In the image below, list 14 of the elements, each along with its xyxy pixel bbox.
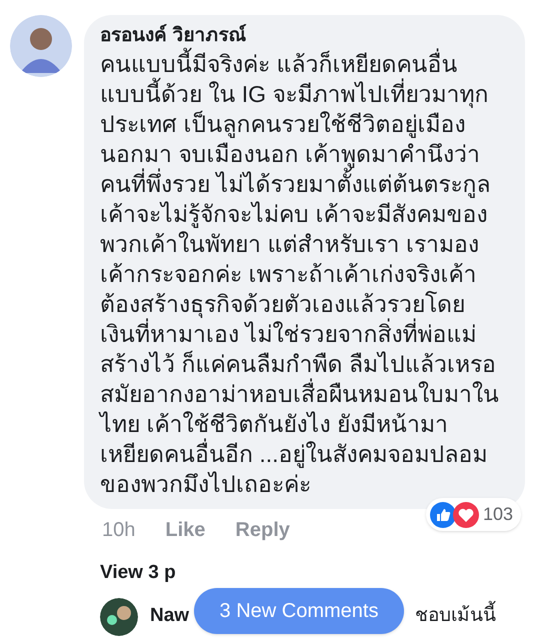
- reaction-count: 103: [482, 503, 514, 526]
- reply-author[interactable]: Naw: [150, 602, 190, 631]
- new-comments-toast[interactable]: 3 New Comments: [194, 588, 404, 634]
- view-replies-link[interactable]: View 3 p: [0, 559, 540, 588]
- reply-text: ชอบเม้นนี้: [415, 602, 496, 631]
- author-name[interactable]: อรอนงค์ วิยาภรณ์: [100, 23, 517, 49]
- like-icon: [430, 502, 456, 528]
- avatar: [100, 598, 138, 636]
- avatar: [10, 15, 72, 77]
- comment-action-link[interactable]: Like: [165, 515, 206, 545]
- comment-text: คนแบบนี้มีจริงค่ะ แล้วก็เหยียดคนอื่น แบบนี้ด้วย ใน IG จะมีภาพไปเที่ยวมาทุก ประเทศ เป็นลูกคนรวยใช้ชีวิตอยู่เมือง นอกมา จบเมืองนอก เค้าพูดมาคำนึงว่า คนที่พึ่งรวย ไม่ได้รวยมาตั้งแต่ต้นตระกูล เค้าจะไม่รู้จักจะไม่คบ เค้าจะมีสังคมของ พวกเค้าในพัทยา แต่สำหรับเรา เรามอง เค้ากระจอกค่ะ เพราะถ้าเค้าเก่งจริงเค้า ต้องสร้างธุรกิจด้วยตัวเองแล้วรวยโดย เงินที่หามาเอง ไม่ใช่รวยจากสิ่งที่พ่อแม่ สร้างไว้ ก็แค่คนลืมกำพืด ลืมไปแล้วเหรอ สมัยอากงอาม่าหอบเสื่อผืนหมอนใบมาใน ไทย เค้าใช้ชีวิตกันยังไง ยังมีหน้ามา เหยียดคนอื่นอีก ...อยู่ในสังคมจอมปลอม ของพวกมึงไปเถอะค่ะ: [100, 49, 517, 499]
- reaction-badge[interactable]: 103: [426, 498, 521, 531]
- comment-time: 10h: [102, 518, 136, 543]
- comment-action-link[interactable]: Reply: [235, 515, 290, 545]
